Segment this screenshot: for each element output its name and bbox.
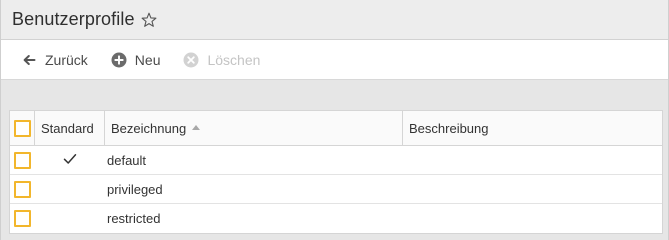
row-beschreibung-cell [403, 204, 662, 233]
row-select-cell [10, 204, 35, 233]
delete-button-label: Löschen [207, 51, 261, 68]
back-button-label: Zurück [45, 51, 88, 68]
row-standard-cell [35, 204, 105, 233]
sort-ascending-icon [192, 124, 201, 130]
back-button[interactable]: Zurück [21, 48, 88, 72]
delete-button[interactable]: Löschen [183, 48, 260, 72]
column-header-bezeichnung[interactable]: Bezeichnung [105, 111, 403, 145]
column-header-bezeichnung-label: Bezeichnung [111, 120, 187, 136]
row-bezeichnung-cell: default [105, 146, 403, 174]
row-select-cell [10, 175, 35, 203]
new-button-label: Neu [134, 51, 161, 68]
row-standard-cell [35, 146, 105, 174]
column-header-beschreibung[interactable]: Beschreibung [403, 111, 662, 145]
arrow-left-icon [21, 52, 37, 68]
title-bar: Benutzerprofile [1, 0, 668, 40]
toolbar: Zurück Neu Löschen [1, 40, 668, 80]
row-bezeichnung: default [107, 152, 147, 168]
page: Benutzerprofile Zurück Neu Löschen Stand… [0, 0, 669, 240]
column-header-beschreibung-label: Beschreibung [409, 120, 489, 136]
row-standard-cell [35, 175, 105, 203]
column-header-standard-label: Standard [41, 120, 94, 136]
row-checkbox[interactable] [14, 180, 31, 198]
new-button[interactable]: Neu [111, 48, 161, 72]
table-row[interactable]: privileged [10, 175, 662, 204]
row-bezeichnung: restricted [107, 211, 161, 226]
row-checkbox[interactable] [14, 210, 31, 227]
row-beschreibung-cell [403, 175, 662, 203]
row-select-cell [10, 146, 35, 174]
row-beschreibung-cell [403, 146, 662, 174]
x-circle-icon [183, 52, 199, 68]
checkmark-icon [63, 153, 77, 168]
table-header: Standard Bezeichnung Beschreibung [10, 111, 662, 146]
table-row[interactable]: restricted [10, 204, 662, 233]
row-bezeichnung: privileged [107, 181, 163, 197]
page-title: Benutzerprofile [12, 9, 135, 29]
row-bezeichnung-cell: privileged [105, 175, 403, 203]
select-all-cell [10, 111, 35, 145]
row-checkbox[interactable] [14, 151, 31, 169]
select-all-checkbox[interactable] [13, 119, 31, 137]
star-icon[interactable] [141, 12, 157, 28]
table-row[interactable]: default [10, 146, 662, 175]
row-bezeichnung-cell: restricted [105, 204, 403, 233]
plus-circle-icon [111, 52, 127, 68]
column-header-standard[interactable]: Standard [35, 111, 105, 145]
profiles-table: Standard Bezeichnung Beschreibung defaul… [9, 110, 663, 234]
